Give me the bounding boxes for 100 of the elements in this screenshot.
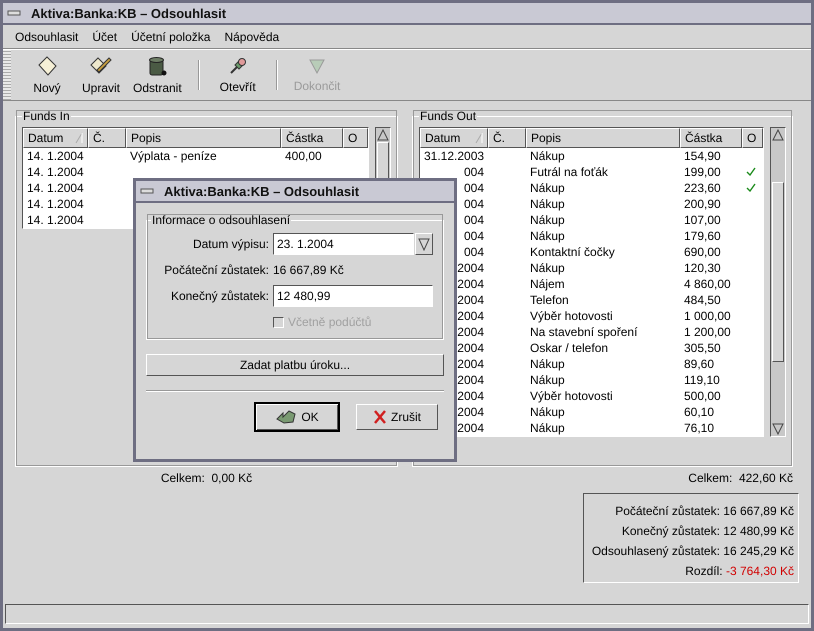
toolbar-button[interactable]: Otevřít bbox=[212, 54, 264, 96]
column-header[interactable]: Částka bbox=[281, 128, 343, 148]
amount-cell-text: 4 860,00 bbox=[683, 277, 732, 291]
date-cell-text: 004 bbox=[462, 181, 485, 195]
column-header[interactable]: Částka bbox=[680, 128, 742, 148]
date-cell-text: 2004 bbox=[456, 389, 485, 403]
date-cell-text: 2004 bbox=[456, 277, 485, 291]
date-cell-text: 2004 bbox=[456, 309, 485, 323]
description-cell-text: Výplata - peníze bbox=[129, 149, 218, 163]
description-cell-text: Nákup bbox=[529, 357, 566, 371]
amount-cell-text: 400,00 bbox=[284, 149, 323, 163]
amount-cell-text: 1 200,00 bbox=[683, 325, 732, 339]
description-cell-text: Nákup bbox=[529, 181, 566, 195]
date-cell-text: 14. 1.2004 bbox=[26, 149, 85, 163]
balance-field[interactable]: 12 480,99 bbox=[273, 285, 433, 307]
dialog-button[interactable]: OK bbox=[254, 402, 340, 432]
description-cell-text: Na stavební spoření bbox=[529, 325, 638, 339]
date-cell-text: 2004 bbox=[456, 405, 485, 419]
date-cell-text: 004 bbox=[462, 197, 485, 211]
date-cell-text: 14. 1.2004 bbox=[26, 165, 85, 179]
group-title: Funds In bbox=[22, 109, 71, 123]
description-cell-text: Nákup bbox=[529, 229, 566, 243]
description-cell-text: Nákup bbox=[529, 261, 566, 275]
total-text: Celkem: 422,60 Kč bbox=[688, 471, 793, 485]
scrollbar[interactable] bbox=[770, 127, 786, 437]
scroll-up-icon[interactable] bbox=[771, 128, 785, 142]
sort-icon bbox=[475, 132, 483, 144]
date-cell-text: 2004 bbox=[456, 373, 485, 387]
caret-icon bbox=[418, 237, 430, 251]
date-cell-text: 004 bbox=[462, 245, 485, 259]
column-header[interactable]: O bbox=[742, 128, 763, 148]
column-header[interactable]: Datum bbox=[420, 128, 488, 148]
triangle-icon bbox=[308, 57, 326, 75]
dialog-title: Aktiva:Banka:KB – Odsouhlasit bbox=[164, 184, 360, 198]
date-field[interactable]: 23. 1.2004 bbox=[273, 233, 414, 255]
interest-button[interactable]: Zadat platbu úroku... bbox=[146, 354, 444, 376]
amount-cell-text: 119,10 bbox=[683, 373, 721, 387]
amount-cell-text: 305,50 bbox=[683, 341, 722, 355]
date-cell-text: 004 bbox=[462, 165, 485, 179]
dialog-button[interactable]: Zrušit bbox=[356, 404, 438, 430]
toolbar-button[interactable]: Upravit bbox=[75, 53, 127, 97]
toolbar-grip[interactable] bbox=[3, 50, 11, 100]
toolbar-button[interactable]: Nový bbox=[21, 53, 73, 97]
date-cell-text: 004 bbox=[462, 213, 485, 227]
description-cell-text: Výběr hotovosti bbox=[529, 309, 614, 323]
amount-cell-text: 199,00 bbox=[683, 165, 722, 179]
note-icon bbox=[36, 55, 58, 77]
description-cell-text: Nákup bbox=[529, 213, 566, 227]
window-title: Aktiva:Banka:KB – Odsouhlasit bbox=[31, 6, 226, 20]
menu-item[interactable]: Nápověda bbox=[224, 28, 280, 46]
amount-cell-text: 200,90 bbox=[683, 197, 722, 211]
pushpin-icon bbox=[228, 56, 248, 76]
amount-cell-text: 1 000,00 bbox=[683, 309, 732, 323]
field-label: Konečný zůstatek: bbox=[170, 289, 269, 303]
column-header[interactable]: Popis bbox=[526, 128, 680, 148]
date-cell-text: 2004 bbox=[456, 325, 485, 339]
scroll-up-icon[interactable] bbox=[376, 128, 390, 142]
column-header[interactable]: Č. bbox=[488, 128, 526, 148]
amount-cell-text: 690,00 bbox=[683, 245, 722, 259]
amount-cell-text: 223,60 bbox=[683, 181, 722, 195]
amount-cell-text: 154,90 bbox=[683, 149, 722, 163]
column-header[interactable]: Popis bbox=[126, 128, 281, 148]
scroll-down-icon[interactable] bbox=[771, 422, 785, 436]
date-cell-text: 2004 bbox=[456, 261, 485, 275]
amount-cell-text: 500,00 bbox=[683, 389, 722, 403]
balance-value: 16 667,89 Kč bbox=[273, 263, 345, 277]
menu-item[interactable]: Účet bbox=[92, 28, 118, 46]
sort-icon bbox=[75, 132, 83, 144]
description-cell-text: Nájem bbox=[529, 277, 566, 291]
column-header[interactable]: O bbox=[343, 128, 368, 148]
toolbar-button[interactable]: Odstranit bbox=[129, 53, 186, 97]
column-header[interactable]: Č. bbox=[88, 128, 126, 148]
amount-cell-text: 76,10 bbox=[683, 421, 716, 435]
description-cell-text: Nákup bbox=[529, 373, 566, 387]
description-cell-text: Nákup bbox=[529, 405, 566, 419]
menu-item[interactable]: Účetní položka bbox=[131, 28, 210, 46]
description-cell-text: Kontaktní čočky bbox=[529, 245, 616, 259]
description-cell-text: Oskar / telefon bbox=[529, 341, 610, 355]
amount-cell-text: 107,00 bbox=[683, 213, 722, 227]
x-mark-icon bbox=[373, 409, 387, 425]
menu-item[interactable]: Odsouhlasit bbox=[15, 28, 78, 46]
group-title: Informace o odsouhlasení bbox=[151, 213, 292, 227]
date-cell-text: 2004 bbox=[456, 341, 485, 355]
date-cell-text: 31.12.2003 bbox=[423, 149, 486, 163]
amount-cell-text: 484,50 bbox=[683, 293, 722, 307]
description-cell-text: Nákup bbox=[529, 149, 566, 163]
description-cell-text: Telefon bbox=[529, 293, 570, 307]
summary-line: Počáteční zůstatek: 16 667,89 Kč bbox=[615, 504, 794, 518]
dropdown-button[interactable] bbox=[415, 233, 433, 255]
date-cell-text: 004 bbox=[462, 229, 485, 243]
date-cell-text: 14. 1.2004 bbox=[26, 181, 85, 195]
amount-cell-text: 179,60 bbox=[683, 229, 722, 243]
amount-cell-text: 89,60 bbox=[683, 357, 716, 371]
date-cell-text: 2004 bbox=[456, 421, 485, 435]
field-label: Počáteční zůstatek: bbox=[163, 263, 269, 277]
date-cell-text: 2004 bbox=[456, 357, 485, 371]
group-title: Funds Out bbox=[419, 109, 478, 123]
column-header[interactable]: Datum bbox=[23, 128, 88, 148]
date-cell-text: 14. 1.2004 bbox=[26, 197, 85, 211]
trash-can-icon bbox=[147, 55, 168, 77]
